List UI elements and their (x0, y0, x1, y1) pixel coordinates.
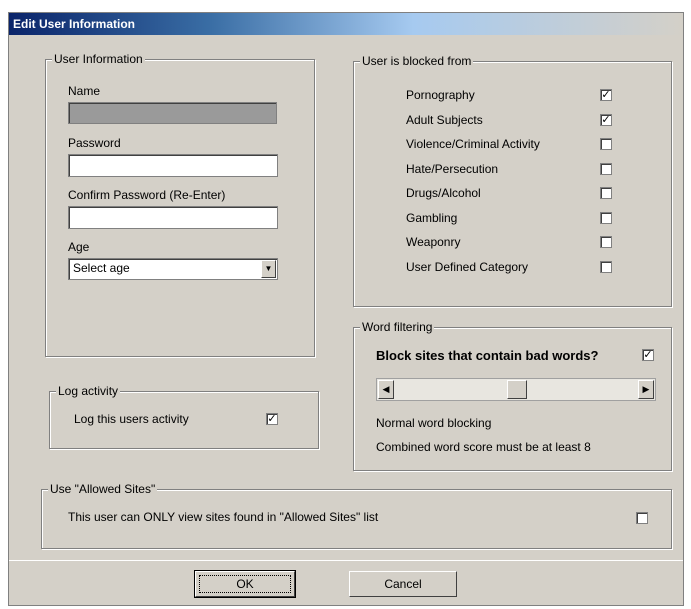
blocked-category-label: Hate/Persecution (406, 161, 499, 176)
age-select-value: Select age (73, 261, 130, 275)
log-activity-label: Log this users activity (74, 412, 189, 426)
allowed-sites-checkbox[interactable] (636, 512, 648, 524)
blocked-category-label: Adult Subjects (406, 112, 483, 127)
log-activity-group: Log activity Log this users activity ✓ (49, 384, 319, 449)
check-icon: ✓ (643, 349, 653, 361)
blocked-category-label: Weaponry (406, 235, 461, 249)
blocked-category-checkbox[interactable] (600, 236, 612, 248)
blocked-category-label: Gambling (406, 210, 458, 225)
allowed-sites-label: This user can ONLY view sites found in "… (68, 510, 379, 524)
blocked-category-label: Pornography (406, 88, 475, 102)
word-filtering-legend: Word filtering (360, 320, 435, 334)
chevron-right-icon[interactable]: ▶ (638, 380, 654, 399)
blocked-categories-legend: User is blocked from (360, 54, 474, 68)
word-filter-slider[interactable]: ◀ ▶ (376, 378, 656, 401)
blocked-category-label: User Defined Category (406, 259, 529, 274)
ok-button[interactable]: OK (194, 570, 296, 598)
blocked-category-checkbox[interactable]: ✓ (600, 89, 612, 101)
blocked-category-checkbox[interactable] (600, 211, 612, 224)
age-select[interactable]: Select age ▼ (68, 258, 278, 280)
blocked-category-checkbox[interactable] (600, 260, 612, 273)
blocked-category-checkbox[interactable] (600, 162, 612, 175)
user-information-legend: User Information (52, 52, 145, 66)
slider-thumb[interactable] (507, 380, 527, 399)
cancel-button-label: Cancel (384, 577, 422, 591)
confirm-password-field[interactable] (68, 206, 278, 229)
log-activity-checkbox[interactable]: ✓ (266, 413, 278, 425)
password-label: Password (68, 136, 121, 150)
blocked-category-label: Drugs/Alcohol (406, 186, 481, 200)
cancel-button[interactable]: Cancel (349, 571, 457, 597)
chevron-left-icon[interactable]: ◀ (378, 380, 394, 399)
check-icon: ✓ (267, 413, 277, 425)
blocked-category-checkbox[interactable]: ✓ (600, 113, 612, 126)
confirm-password-label: Confirm Password (Re-Enter) (68, 188, 226, 202)
blocked-categories-group: User is blocked from Pornography ✓ Adult S… (353, 54, 672, 307)
name-label: Name (68, 84, 101, 98)
log-activity-legend: Log activity (56, 384, 121, 398)
block-bad-words-label: Block sites that contain bad words? (376, 348, 599, 363)
block-bad-words-checkbox[interactable]: ✓ (642, 349, 654, 361)
age-label: Age (68, 240, 90, 254)
name-field (68, 102, 277, 124)
dialog-title: Edit User Information (9, 13, 683, 35)
blocked-category-label: Violence/Criminal Activity (406, 137, 540, 151)
focus-rect (199, 575, 291, 593)
blocked-category-checkbox[interactable] (600, 138, 612, 150)
check-icon: ✓ (601, 89, 611, 101)
blocked-category-checkbox[interactable] (600, 187, 612, 199)
word-score-text: Combined word score must be at least 8 (376, 440, 591, 454)
user-information-group: User Information Name Password Confirm P… (45, 52, 315, 357)
chevron-down-icon[interactable]: ▼ (261, 260, 276, 278)
check-icon: ✓ (601, 113, 611, 126)
word-blocking-level-text: Normal word blocking (376, 416, 492, 430)
password-field[interactable] (68, 154, 278, 177)
button-bar: OK Cancel (9, 560, 683, 605)
allowed-sites-group: Use "Allowed Sites" This user can ONLY v… (41, 482, 672, 549)
allowed-sites-legend: Use "Allowed Sites" (48, 482, 158, 496)
edit-user-dialog: Edit User Information User Information N… (8, 12, 684, 606)
word-filtering-group: Word filtering Block sites that contain … (353, 320, 672, 471)
